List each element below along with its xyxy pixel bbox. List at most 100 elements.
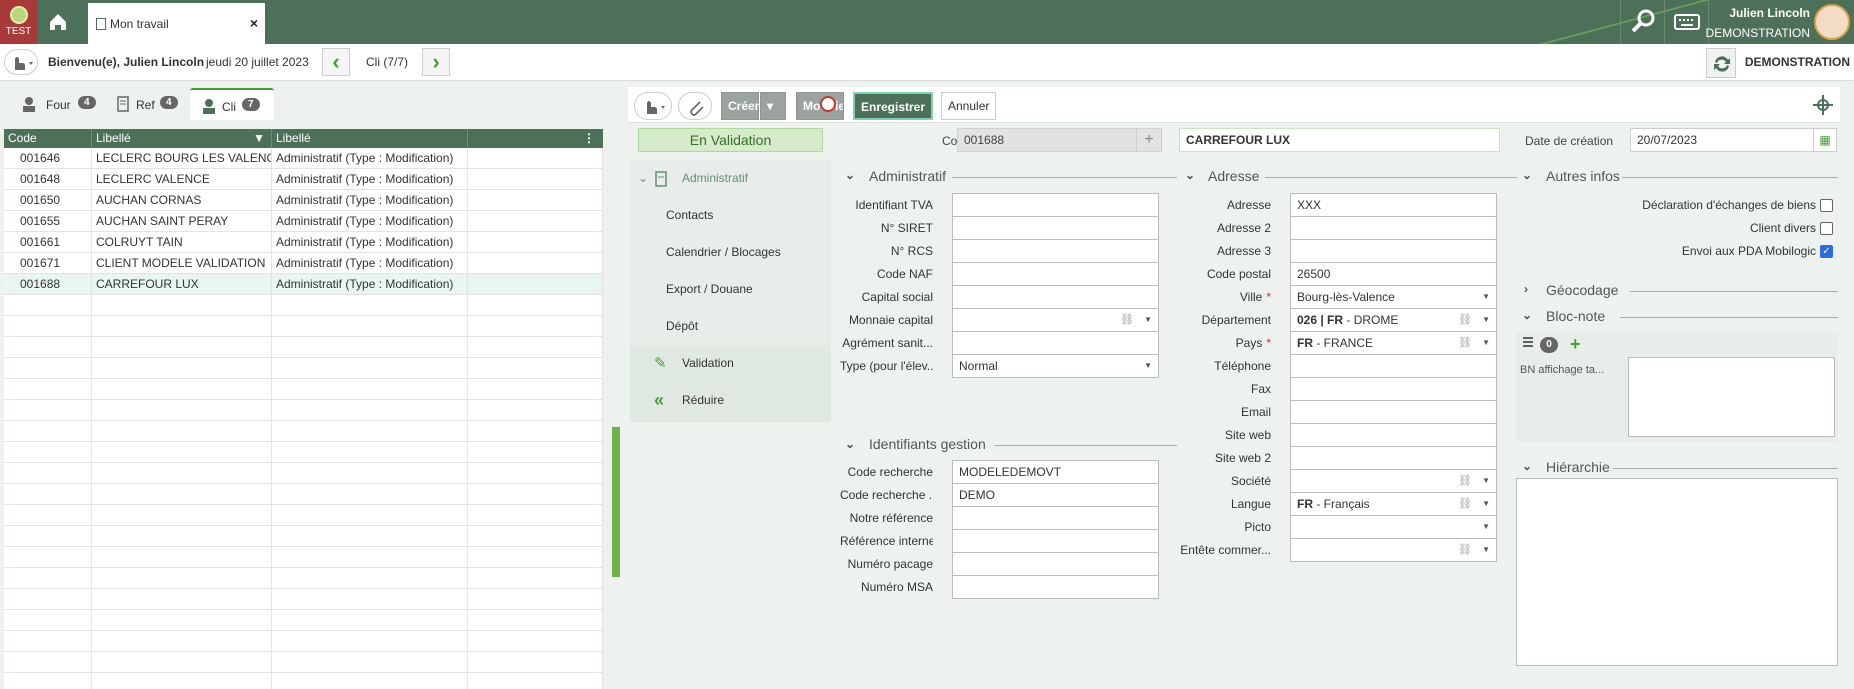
text-field[interactable] <box>1290 377 1497 401</box>
table-row[interactable]: 001655 AUCHAN SAINT PERAY Administratif (T… <box>4 211 603 232</box>
chevron-down-icon[interactable]: ⌄ <box>1522 308 1532 322</box>
dropdown-arrow-icon[interactable]: ▼ <box>1482 286 1490 308</box>
text-field[interactable] <box>952 193 1159 217</box>
keyboard-button[interactable] <box>1664 0 1708 44</box>
collapse-button[interactable]: « Réduire <box>630 382 831 419</box>
search-button[interactable] <box>1620 0 1664 44</box>
dropdown-arrow-icon[interactable]: ▼ <box>1482 493 1490 515</box>
blocnote-textarea[interactable] <box>1628 357 1835 437</box>
create-dropdown-button[interactable]: ▾ <box>760 92 786 120</box>
text-field[interactable] <box>952 216 1159 240</box>
list-icon[interactable] <box>1522 336 1534 348</box>
nav-item-administratif[interactable]: ⌄ Administratif <box>630 160 831 197</box>
target-button[interactable] <box>1812 94 1834 116</box>
dropdown-arrow-icon[interactable]: ▼ <box>1482 309 1490 331</box>
text-field[interactable] <box>1290 400 1497 424</box>
client-name-field[interactable]: CARREFOUR LUX <box>1179 128 1500 152</box>
link-icon[interactable]: ⛓ <box>1458 539 1472 561</box>
table-row[interactable]: 001661 COLRUYT TAIN Administratif (Type : … <box>4 232 603 253</box>
chevron-down-icon[interactable]: ⌄ <box>1522 168 1532 182</box>
column-header-libelle[interactable]: Libellé ▼ <box>92 129 272 148</box>
text-field[interactable]: XXX <box>1290 193 1497 217</box>
text-field[interactable] <box>952 552 1159 576</box>
create-button[interactable]: Créer <box>721 92 759 120</box>
column-header-code[interactable]: Code <box>4 129 92 148</box>
select-field[interactable]: ⛓ ▼ <box>1290 538 1497 562</box>
nav-item-validation[interactable]: ✎ Validation <box>630 345 831 382</box>
checkbox[interactable]: ✓ <box>1820 245 1833 258</box>
switch-company-button[interactable] <box>1706 48 1736 78</box>
hierarchy-box[interactable] <box>1516 478 1838 666</box>
tab-cli[interactable]: Cli 7 <box>190 88 274 120</box>
creation-date-field[interactable]: 20/07/2023 <box>1630 128 1816 152</box>
attachment-button[interactable] <box>678 92 712 120</box>
link-icon[interactable]: ⛓ <box>1458 332 1472 354</box>
select-field[interactable]: Normal ▼ <box>952 354 1159 378</box>
dropdown-arrow-icon[interactable]: ▼ <box>1482 516 1490 538</box>
home-button[interactable] <box>44 8 72 36</box>
text-field[interactable] <box>952 239 1159 263</box>
table-row[interactable]: 001688 CARREFOUR LUX Administratif (Type :… <box>4 274 603 295</box>
select-field[interactable]: 026 | FR - DROME ⛓ ▼ <box>1290 308 1497 332</box>
tab-mon-travail[interactable]: Mon travail × <box>88 0 265 44</box>
tab-ref[interactable]: Ref 4 <box>104 88 188 120</box>
pointer-menu-button[interactable] <box>4 49 38 75</box>
text-field[interactable] <box>952 262 1159 286</box>
table-row[interactable]: 001646 LECLERC BOURG LES VALENCE Administr… <box>4 148 603 169</box>
select-field[interactable]: Bourg-lès-Valence ▼ <box>1290 285 1497 309</box>
text-field[interactable] <box>1290 423 1497 447</box>
text-field[interactable] <box>952 331 1159 355</box>
chevron-down-icon[interactable]: ⌄ <box>845 437 855 451</box>
save-button[interactable]: Enregistrer <box>853 92 934 120</box>
avatar[interactable] <box>1814 4 1850 40</box>
checkbox[interactable] <box>1820 199 1833 212</box>
nav-item-calendrier[interactable]: Calendrier / Blocages <box>630 234 831 271</box>
text-field[interactable] <box>952 575 1159 599</box>
nav-item-contacts[interactable]: Contacts <box>630 197 831 234</box>
text-field[interactable]: DEMO <box>952 483 1159 507</box>
close-icon[interactable]: × <box>250 15 258 31</box>
text-field[interactable]: 26500 <box>1290 262 1497 286</box>
select-field[interactable]: ⛓ ▼ <box>1290 469 1497 493</box>
splitter-handle[interactable] <box>612 427 620 577</box>
previous-record-button[interactable]: ‹ <box>322 48 350 76</box>
calendar-button[interactable]: ▦ <box>1813 128 1837 152</box>
more-options-icon[interactable]: ⋮ <box>583 129 595 148</box>
link-icon[interactable]: ⛓ <box>1458 309 1472 331</box>
chevron-right-icon[interactable]: › <box>1524 282 1528 296</box>
text-field[interactable] <box>1290 216 1497 240</box>
tab-four[interactable]: Four 4 <box>10 88 100 120</box>
chevron-down-icon[interactable]: ⌄ <box>1185 168 1195 182</box>
cancel-button[interactable]: Annuler <box>941 92 997 120</box>
dropdown-arrow-icon[interactable]: ▼ <box>1144 355 1152 377</box>
link-icon[interactable]: ⛓ <box>1458 493 1472 515</box>
link-icon[interactable]: ⛓ <box>1458 470 1472 492</box>
text-field[interactable] <box>952 529 1159 553</box>
link-icon[interactable]: ⛓ <box>1120 309 1134 331</box>
add-note-icon[interactable]: + <box>1570 334 1581 355</box>
select-field[interactable]: ▼ <box>1290 515 1497 539</box>
chevron-down-icon[interactable]: ⌄ <box>845 168 855 182</box>
next-record-button[interactable]: › <box>422 48 450 76</box>
panel-splitter[interactable] <box>612 82 620 689</box>
dropdown-arrow-icon[interactable]: ▼ <box>1144 309 1152 331</box>
text-field[interactable] <box>952 506 1159 530</box>
text-field[interactable] <box>952 285 1159 309</box>
filter-icon[interactable]: ▼ <box>253 129 265 148</box>
text-field[interactable]: MODELEDEMOVT <box>952 460 1159 484</box>
table-row[interactable]: 001648 LECLERC VALENCE Administratif (Type… <box>4 169 603 190</box>
dropdown-arrow-icon[interactable]: ▼ <box>1482 539 1490 561</box>
table-row[interactable]: 001650 AUCHAN CORNAS Administratif (Type :… <box>4 190 603 211</box>
nav-item-depot[interactable]: Dépôt <box>630 308 831 345</box>
table-row[interactable]: 001671 CLIENT MODELE VALIDATION Administra… <box>4 253 603 274</box>
select-field[interactable]: FR - Français ⛓ ▼ <box>1290 492 1497 516</box>
column-header-libelle-2[interactable]: Libellé <box>272 129 468 148</box>
nav-item-export[interactable]: Export / Douane <box>630 271 831 308</box>
action-menu-button[interactable] <box>634 92 672 120</box>
text-field[interactable] <box>1290 239 1497 263</box>
checkbox[interactable] <box>1820 222 1833 235</box>
user-menu[interactable]: Julien Lincoln DEMONSTRATION <box>1706 0 1854 44</box>
dropdown-arrow-icon[interactable]: ▼ <box>1482 332 1490 354</box>
chevron-down-icon[interactable]: ⌄ <box>1522 459 1532 473</box>
text-field[interactable] <box>1290 446 1497 470</box>
